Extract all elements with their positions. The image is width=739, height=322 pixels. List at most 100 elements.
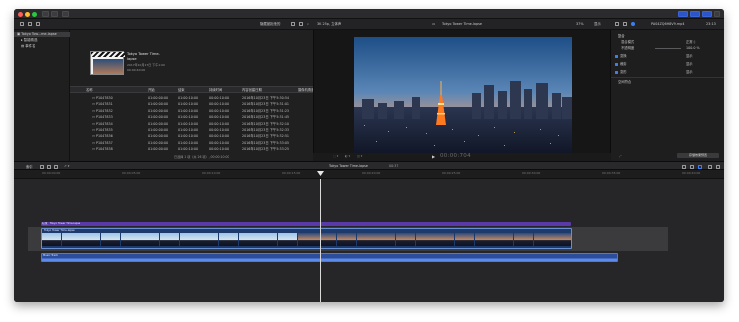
titles-icon[interactable]	[36, 22, 40, 26]
zoom-button[interactable]	[32, 11, 37, 17]
column-header-end[interactable]: 结束	[178, 87, 185, 93]
distort-show[interactable]: 显示	[686, 70, 693, 75]
filmstrip-frame	[533, 233, 553, 246]
search-icon[interactable]: ⌕	[307, 22, 309, 27]
playhead[interactable]	[320, 179, 321, 302]
inspector-toggle-button[interactable]	[702, 11, 712, 17]
list-item[interactable]: ▭ P1047834 01:00:00:00 01:00:10:00 00:00:10:…	[92, 121, 325, 127]
distort-checkbox[interactable]	[615, 71, 618, 74]
timeline-ruler[interactable]: 00:00:00:00 00:00:05:00 00:00:10:00 00:00:1…	[14, 170, 724, 179]
share-button[interactable]	[714, 11, 720, 17]
opacity-value[interactable]: 100.0 %	[686, 46, 700, 51]
video-clip[interactable]: Tokyo Tower Time-lapse	[41, 228, 572, 249]
list-item[interactable]: ▭ P1047836 01:00:00:00 01:00:10:00 00:00:10:…	[92, 133, 325, 139]
filmstrip-frame	[199, 233, 219, 246]
filmstrip-frame	[455, 233, 474, 246]
list-cell: 00:00:10:00	[209, 102, 230, 107]
list-cell: 01:00:10:00	[178, 108, 199, 113]
audio-clip[interactable]: Music Track	[41, 253, 618, 262]
timeline-toggle-button[interactable]	[690, 11, 700, 17]
column-header-start[interactable]: 开始	[148, 87, 155, 93]
audio-meter-icon[interactable]: ◫ ▾	[357, 154, 362, 158]
color-board-icon[interactable]: ◐ ▾	[345, 154, 350, 158]
save-effects-preset-button[interactable]: 存储效果预置	[677, 153, 719, 158]
list-cell: 01:00:10:00	[178, 140, 199, 145]
insert-icon[interactable]	[47, 164, 51, 169]
sidebar-item-smart-collections[interactable]: ▸ 智能精选	[21, 38, 37, 43]
clip-icon: ▭	[92, 140, 96, 145]
close-button[interactable]	[18, 11, 23, 17]
libraries-icon[interactable]	[20, 22, 24, 26]
crop-checkbox[interactable]	[615, 63, 618, 66]
title-clip[interactable]: 标题：Tokyo Tower Time-lapse	[41, 222, 571, 226]
fullscreen-icon[interactable]: ⤢	[619, 154, 621, 158]
overwrite-icon[interactable]	[54, 164, 58, 169]
solo-icon[interactable]	[690, 164, 694, 169]
list-cell: 00:00:10:00	[209, 96, 230, 100]
distort-label: 变形	[620, 70, 627, 74]
column-header-camera-angle[interactable]: 摄像机角度	[298, 87, 314, 93]
column-header-content-created[interactable]: 内容创建日期	[242, 87, 262, 93]
list-item[interactable]: ▭ P1047832 01:00:00:00 01:00:10:00 00:00:10:…	[92, 108, 325, 114]
viewer-display-menu[interactable]: 显示	[594, 22, 601, 27]
inspector-time: 23:13	[706, 22, 716, 26]
transform-checkbox[interactable]	[615, 55, 618, 58]
keywords-button[interactable]	[51, 11, 58, 17]
ruler-tick-label: 00:00:30:00	[522, 171, 541, 175]
column-header-duration[interactable]: 持续时间	[209, 87, 222, 93]
info-icon[interactable]	[631, 22, 635, 26]
list-view-icon[interactable]	[299, 22, 303, 26]
viewer-zoom[interactable]: 37%	[576, 22, 584, 27]
import-button[interactable]	[42, 11, 49, 17]
clip-date: 2017年10月17日 下午1:00	[127, 63, 165, 67]
sidebar-item-label: 智能精选	[23, 38, 38, 42]
inspector-section-title: 复合	[618, 34, 625, 38]
sidebar-item-library[interactable]: ▣ Tokyo Tow...me-lapse	[14, 32, 70, 37]
list-cell: 00:00:10:00	[209, 108, 230, 113]
video-inspector-icon[interactable]	[615, 22, 619, 26]
opacity-slider[interactable]	[655, 48, 681, 49]
list-cell: P1047832	[96, 108, 113, 113]
photos-icon[interactable]	[28, 22, 32, 26]
clip-appearance-icon[interactable]	[291, 22, 295, 26]
clip-filmstrip-thumbnail[interactable]	[90, 51, 125, 75]
list-item[interactable]: ▭ P1047830 01:00:00:00 01:00:10:00 00:00:10:…	[92, 95, 325, 101]
timecode-display[interactable]: 00:00:704	[440, 153, 471, 159]
list-item[interactable]: ▭ P1047831 01:00:00:00 01:00:10:00 00:00:10:…	[92, 101, 325, 107]
minimize-button[interactable]	[25, 11, 30, 17]
video-frame[interactable]	[354, 37, 572, 159]
browser-toggle-button[interactable]	[678, 11, 688, 17]
background-tasks-button[interactable]	[62, 11, 69, 17]
viewer-title-icon: ▭	[432, 22, 436, 26]
blend-mode-select[interactable]: 正常 ◊	[686, 40, 695, 45]
title-clip-label: 标题：Tokyo Tower Time-lapse	[42, 222, 81, 225]
list-cell: 00:00:10:00	[209, 115, 230, 120]
list-item[interactable]: ▭ P1047833 01:00:00:00 01:00:10:00 00:00:10:…	[92, 114, 325, 120]
color-inspector-icon[interactable]	[623, 22, 627, 26]
filter-label[interactable]: 隐藏被拒绝的	[260, 22, 280, 27]
crop-show[interactable]: 显示	[686, 62, 693, 67]
clapper-icon	[91, 52, 125, 57]
list-cell: 01:00:00:00	[148, 96, 169, 100]
append-icon[interactable]	[40, 164, 44, 169]
clip-appearance-timeline-icon[interactable]	[708, 164, 712, 169]
list-item[interactable]: ▭ P1047837 01:00:00:00 01:00:10:00 00:00:10:…	[92, 140, 325, 146]
sidebar-item-event[interactable]: ▤ 事件名	[21, 44, 35, 49]
list-cell: 01:00:10:00	[178, 121, 199, 126]
list-cell: 2016年10月23日 下午5:33:25	[242, 147, 290, 152]
transform-label: 变换	[620, 54, 627, 58]
snapping-icon[interactable]	[698, 164, 702, 169]
transform-tool-icon[interactable]: ⬚ ▾	[333, 154, 338, 158]
clip-thumbnail-image	[93, 59, 123, 74]
column-header-name[interactable]: 名称	[86, 87, 93, 93]
timeline-index-button[interactable]: 索引	[26, 164, 33, 169]
select-tool-icon[interactable]: ➚ ▾	[64, 164, 69, 168]
list-item[interactable]: ▭ P1047835 01:00:00:00 01:00:10:00 00:00:10:…	[92, 127, 325, 133]
transform-show[interactable]: 显示	[686, 54, 693, 59]
play-button[interactable]: ▶	[432, 154, 435, 159]
audio-skimming-icon[interactable]	[682, 164, 686, 169]
filmstrip-frame	[278, 233, 297, 246]
effects-browser-icon[interactable]	[716, 164, 720, 169]
list-item[interactable]: ▭ P1047838 01:00:00:00 01:00:10:00 00:00:10:…	[92, 146, 325, 152]
list-cell: P1047831	[96, 102, 113, 107]
